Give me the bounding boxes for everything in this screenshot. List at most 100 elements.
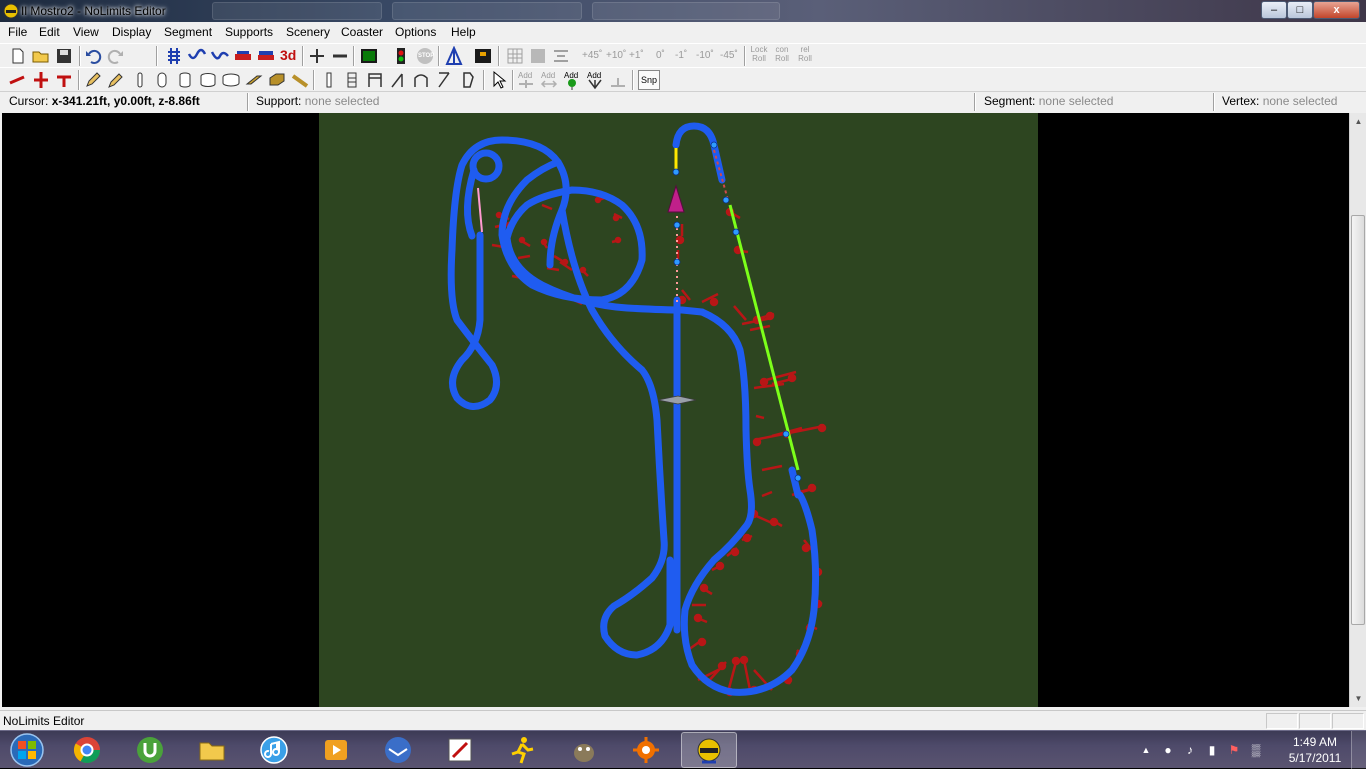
add-flat-button[interactable]: [608, 70, 628, 90]
cylinder2-button[interactable]: [152, 70, 172, 90]
menu-options[interactable]: Options: [395, 25, 436, 39]
plank-button[interactable]: [290, 70, 310, 90]
roll-zero-button[interactable]: 0˚: [656, 50, 665, 61]
roll-plus45-button[interactable]: +45˚: [582, 50, 602, 61]
cylinder3-button[interactable]: [175, 70, 195, 90]
clock-time[interactable]: 1:49 AM: [1288, 735, 1342, 749]
remove-vertex-button[interactable]: [330, 46, 350, 66]
lift-hill[interactable]: [728, 204, 800, 471]
lift-hill-top[interactable]: [713, 149, 729, 201]
start-orb-icon[interactable]: [3, 731, 51, 769]
scroll-down-arrow-icon[interactable]: ▼: [1350, 690, 1366, 707]
coaster-track[interactable]: [447, 122, 820, 696]
editor-viewport[interactable]: [2, 113, 1349, 707]
view-3d-button[interactable]: 3d: [279, 46, 299, 66]
slope-button[interactable]: [388, 70, 408, 90]
draw-tool2-button[interactable]: [106, 70, 126, 90]
frame-button[interactable]: [365, 70, 385, 90]
scroll-thumb[interactable]: [1351, 215, 1365, 625]
taskbar-gimp[interactable]: [557, 732, 613, 768]
add-node-button[interactable]: Add: [516, 70, 536, 90]
con-roll-button[interactable]: con Roll: [772, 45, 792, 63]
network-globe-icon[interactable]: ●: [1160, 742, 1176, 758]
helix-track[interactable]: [498, 158, 706, 316]
taskbar-avast[interactable]: [619, 732, 675, 768]
cylinder4-button[interactable]: [198, 70, 218, 90]
menu-supports[interactable]: Supports: [225, 25, 273, 39]
close-button[interactable]: x: [1313, 1, 1360, 19]
taskbar-chrome[interactable]: [60, 732, 116, 768]
taskbar-media-player[interactable]: [309, 732, 365, 768]
support-tool-button[interactable]: [31, 70, 51, 90]
track-wave-button[interactable]: [187, 46, 207, 66]
track-layout-view[interactable]: [2, 113, 1349, 707]
left-curve-track[interactable]: [463, 166, 478, 240]
menu-scenery[interactable]: Scenery: [286, 25, 330, 39]
lift-connection-track[interactable]: [788, 466, 802, 499]
align-button[interactable]: [551, 46, 571, 66]
show-hidden-icons-icon[interactable]: ▲: [1138, 742, 1154, 758]
save-button[interactable]: [54, 46, 74, 66]
roll-minus45-button[interactable]: -45˚: [720, 50, 738, 61]
device-icon[interactable]: ▮: [1204, 742, 1220, 758]
maximize-button[interactable]: □: [1287, 1, 1313, 19]
menu-display[interactable]: Display: [112, 25, 151, 39]
show-desktop-button[interactable]: [1351, 731, 1366, 769]
stop-button[interactable]: STOP: [415, 46, 435, 66]
menu-help[interactable]: Help: [451, 25, 476, 39]
cylinder1-button[interactable]: [130, 70, 150, 90]
train-marker[interactable]: [667, 184, 685, 213]
undo-button[interactable]: [83, 46, 103, 66]
scroll-up-arrow-icon[interactable]: ▲: [1350, 113, 1366, 130]
action-center-flag-icon[interactable]: ⚑: [1226, 742, 1242, 758]
new-file-button[interactable]: [8, 46, 28, 66]
footer-tool-button[interactable]: [54, 70, 74, 90]
track-grid-button[interactable]: [164, 46, 184, 66]
center-drop-track[interactable]: [558, 206, 674, 659]
diagonal-button[interactable]: [434, 70, 454, 90]
signal-bars-icon[interactable]: ▒: [1248, 742, 1264, 758]
station-top-track[interactable]: [672, 122, 718, 149]
block-button[interactable]: [267, 70, 287, 90]
fill-toggle-button[interactable]: [528, 46, 548, 66]
beam-button[interactable]: [244, 70, 264, 90]
add-support-button[interactable]: Add: [585, 70, 605, 90]
add-vertex-button[interactable]: [307, 46, 327, 66]
draw-tool-button[interactable]: [83, 70, 103, 90]
brake-tool-button[interactable]: [7, 70, 27, 90]
minimize-button[interactable]: –: [1261, 1, 1287, 19]
roll-minus10-button[interactable]: -10˚: [696, 50, 714, 61]
add-segment-button[interactable]: Add: [539, 70, 559, 90]
menu-file[interactable]: File: [8, 25, 27, 39]
rel-roll-button[interactable]: rel Roll: [795, 45, 815, 63]
roll-minus1-button[interactable]: -1˚: [675, 50, 687, 61]
title-bar[interactable]: Il Mostro2 - NoLimits Editor – □ x: [0, 0, 1366, 22]
right-turn-track[interactable]: [680, 308, 820, 696]
menu-view[interactable]: View: [73, 25, 99, 39]
taskbar-itunes[interactable]: [247, 732, 303, 768]
train-multi-button[interactable]: [256, 46, 276, 66]
tower-button[interactable]: [342, 70, 362, 90]
train-button[interactable]: [233, 46, 253, 66]
menu-edit[interactable]: Edit: [39, 25, 60, 39]
speaker-icon[interactable]: ♪: [1182, 742, 1198, 758]
taskbar-utorrent[interactable]: [123, 732, 179, 768]
pink-segment[interactable]: [477, 187, 483, 233]
taskbar-paint[interactable]: [433, 732, 489, 768]
scenery-button[interactable]: [473, 46, 493, 66]
bracket-button[interactable]: [458, 70, 478, 90]
supports-button[interactable]: [444, 46, 464, 66]
traffic-light-button[interactable]: [391, 46, 411, 66]
roll-plus10-button[interactable]: +10˚: [606, 50, 626, 61]
arch-button[interactable]: [411, 70, 431, 90]
vertical-scrollbar[interactable]: ▲ ▼: [1349, 113, 1366, 707]
cylinder5-button[interactable]: [221, 70, 241, 90]
menu-segment[interactable]: Segment: [164, 25, 212, 39]
taskbar-explorer[interactable]: [185, 732, 241, 768]
redo-button[interactable]: [106, 46, 126, 66]
snap-toggle-button[interactable]: Snp: [638, 70, 660, 90]
small-inversion-track[interactable]: [469, 149, 503, 183]
taskbar-aim[interactable]: [495, 732, 551, 768]
taskbar-thunderbird[interactable]: [371, 732, 427, 768]
add-tree-button[interactable]: Add: [562, 70, 582, 90]
